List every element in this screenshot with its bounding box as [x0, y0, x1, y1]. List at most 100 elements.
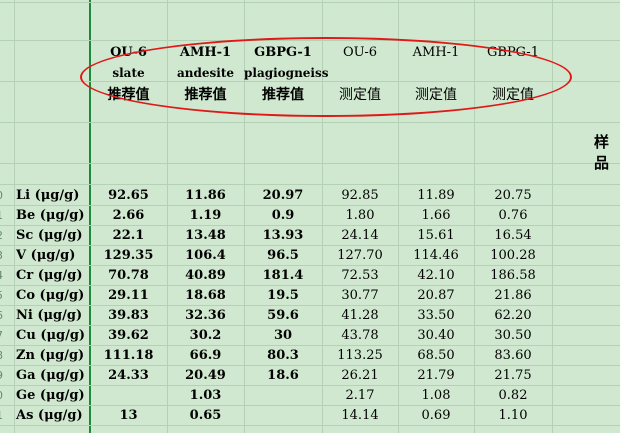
- element-label: Zn (μg/g): [16, 348, 85, 363]
- recommended-value-cell[interactable]: 18.6: [244, 366, 322, 386]
- measured-value-cell[interactable]: 72.53: [322, 266, 398, 286]
- measured-value-cell[interactable]: 43.78: [322, 326, 398, 346]
- measured-value-cell[interactable]: 26.21: [322, 366, 398, 386]
- table-row[interactable]: 8 Zn (μg/g) 111.1866.980.3113.2568.5083.60: [0, 346, 620, 366]
- element-label: Ge (μg/g): [16, 388, 85, 403]
- recommended-value-cell[interactable]: 39.62: [90, 326, 167, 346]
- table-row[interactable]: 7 Cu (μg/g) 39.6230.23043.7830.4030.50: [0, 326, 620, 346]
- measured-value-cell[interactable]: 30.50: [474, 326, 552, 346]
- table-row[interactable]: 3 V (μg/g) 129.35106.496.5127.70114.46100.…: [0, 246, 620, 266]
- measured-value-cell[interactable]: 24.14: [322, 226, 398, 246]
- recommended-value-cell[interactable]: 39.83: [90, 306, 167, 326]
- recommended-value-cell[interactable]: [244, 386, 322, 406]
- table-row[interactable]: 6 Ni (μg/g) 39.8332.3659.641.2833.5062.20: [0, 306, 620, 326]
- element-label: Ni (μg/g): [16, 308, 83, 323]
- element-label: Sc (μg/g): [16, 228, 83, 243]
- measured-value-cell[interactable]: 14.14: [322, 406, 398, 426]
- measured-value-cell[interactable]: 186.58: [474, 266, 552, 286]
- recommended-value-cell[interactable]: 0.9: [244, 206, 322, 226]
- recommended-value-cell[interactable]: 19.5: [244, 286, 322, 306]
- row-number: 8: [0, 349, 6, 362]
- measured-value-cell[interactable]: 20.75: [474, 186, 552, 206]
- recommended-value-cell[interactable]: 30: [244, 326, 322, 346]
- measured-value-cell[interactable]: 30.40: [398, 326, 474, 346]
- measured-value-cell[interactable]: 114.46: [398, 246, 474, 266]
- measured-value-cell[interactable]: 41.28: [322, 306, 398, 326]
- measured-value-cell[interactable]: 68.50: [398, 346, 474, 366]
- recommended-value-cell[interactable]: 13: [90, 406, 167, 426]
- measured-value-cell[interactable]: 1.10: [474, 406, 552, 426]
- recommended-value-cell[interactable]: 18.68: [167, 286, 244, 306]
- table-row[interactable]: 0 Li (μg/g) 92.6511.8620.9792.8511.8920.75: [0, 186, 620, 206]
- measured-value-cell[interactable]: 20.87: [398, 286, 474, 306]
- element-label: Cr (μg/g): [16, 268, 83, 283]
- grid-line: [0, 122, 620, 123]
- recommended-value-cell[interactable]: 30.2: [167, 326, 244, 346]
- measured-value-cell[interactable]: 0.69: [398, 406, 474, 426]
- recommended-value-cell[interactable]: 2.66: [90, 206, 167, 226]
- measured-value-cell[interactable]: 92.85: [322, 186, 398, 206]
- recommended-value-cell[interactable]: 22.1: [90, 226, 167, 246]
- measured-value-cell[interactable]: 42.10: [398, 266, 474, 286]
- table-row[interactable]: 9 Ga (μg/g) 24.3320.4918.626.2121.7921.75: [0, 366, 620, 386]
- table-row[interactable]: 0 Ge (μg/g) 1.03 2.171.080.82: [0, 386, 620, 406]
- row-number: 2: [0, 229, 6, 242]
- measured-value-cell[interactable]: 83.60: [474, 346, 552, 366]
- recommended-value-cell[interactable]: 0.65: [167, 406, 244, 426]
- measured-value-cell[interactable]: 113.25: [322, 346, 398, 366]
- measured-value-cell[interactable]: 1.80: [322, 206, 398, 226]
- measured-value-cell[interactable]: 16.54: [474, 226, 552, 246]
- highlight-ellipse-annotation: [80, 37, 572, 117]
- recommended-value-cell[interactable]: 59.6: [244, 306, 322, 326]
- recommended-value-cell[interactable]: 13.48: [167, 226, 244, 246]
- recommended-value-cell[interactable]: 129.35: [90, 246, 167, 266]
- recommended-value-cell[interactable]: 29.11: [90, 286, 167, 306]
- grid-line: [0, 2, 620, 3]
- recommended-value-cell[interactable]: 11.86: [167, 186, 244, 206]
- measured-value-cell[interactable]: 15.61: [398, 226, 474, 246]
- measured-value-cell[interactable]: 0.82: [474, 386, 552, 406]
- grid-line: [0, 184, 620, 185]
- table-row[interactable]: 2 Sc (μg/g) 22.113.4813.9324.1415.6116.54: [0, 226, 620, 246]
- recommended-value-cell[interactable]: 106.4: [167, 246, 244, 266]
- table-row[interactable]: 1 As (μg/g) 130.65 14.140.691.10: [0, 406, 620, 426]
- recommended-value-cell[interactable]: 70.78: [90, 266, 167, 286]
- recommended-value-cell[interactable]: [90, 386, 167, 406]
- measured-value-cell[interactable]: 21.75: [474, 366, 552, 386]
- recommended-value-cell[interactable]: [244, 406, 322, 426]
- row-number: 3: [0, 249, 6, 262]
- row-number: 9: [0, 369, 6, 382]
- recommended-value-cell[interactable]: 80.3: [244, 346, 322, 366]
- recommended-value-cell[interactable]: 1.19: [167, 206, 244, 226]
- recommended-value-cell[interactable]: 181.4: [244, 266, 322, 286]
- element-label: Be (μg/g): [16, 208, 85, 223]
- spreadsheet-grid[interactable]: OU-6 slate 推荐值 AMH-1 andesite 推荐值 GBPG-1 plagio…: [0, 0, 620, 433]
- measured-value-cell[interactable]: 21.79: [398, 366, 474, 386]
- recommended-value-cell[interactable]: 24.33: [90, 366, 167, 386]
- measured-value-cell[interactable]: 21.86: [474, 286, 552, 306]
- measured-value-cell[interactable]: 62.20: [474, 306, 552, 326]
- measured-value-cell[interactable]: 11.89: [398, 186, 474, 206]
- measured-value-cell[interactable]: 2.17: [322, 386, 398, 406]
- table-row[interactable]: 4 Cr (μg/g) 70.7840.89181.472.5342.10186.5…: [0, 266, 620, 286]
- recommended-value-cell[interactable]: 20.49: [167, 366, 244, 386]
- recommended-value-cell[interactable]: 40.89: [167, 266, 244, 286]
- recommended-value-cell[interactable]: 20.97: [244, 186, 322, 206]
- recommended-value-cell[interactable]: 111.18: [90, 346, 167, 366]
- measured-value-cell[interactable]: 30.77: [322, 286, 398, 306]
- element-label: Li (μg/g): [16, 188, 80, 203]
- table-row[interactable]: 5 Co (μg/g) 29.1118.6819.530.7720.8721.86: [0, 286, 620, 306]
- measured-value-cell[interactable]: 100.28: [474, 246, 552, 266]
- recommended-value-cell[interactable]: 66.9: [167, 346, 244, 366]
- measured-value-cell[interactable]: 127.70: [322, 246, 398, 266]
- measured-value-cell[interactable]: 1.66: [398, 206, 474, 226]
- measured-value-cell[interactable]: 33.50: [398, 306, 474, 326]
- measured-value-cell[interactable]: 1.08: [398, 386, 474, 406]
- recommended-value-cell[interactable]: 1.03: [167, 386, 244, 406]
- recommended-value-cell[interactable]: 96.5: [244, 246, 322, 266]
- recommended-value-cell[interactable]: 13.93: [244, 226, 322, 246]
- recommended-value-cell[interactable]: 32.36: [167, 306, 244, 326]
- table-row[interactable]: 1 Be (μg/g) 2.661.190.91.801.660.76: [0, 206, 620, 226]
- measured-value-cell[interactable]: 0.76: [474, 206, 552, 226]
- recommended-value-cell[interactable]: 92.65: [90, 186, 167, 206]
